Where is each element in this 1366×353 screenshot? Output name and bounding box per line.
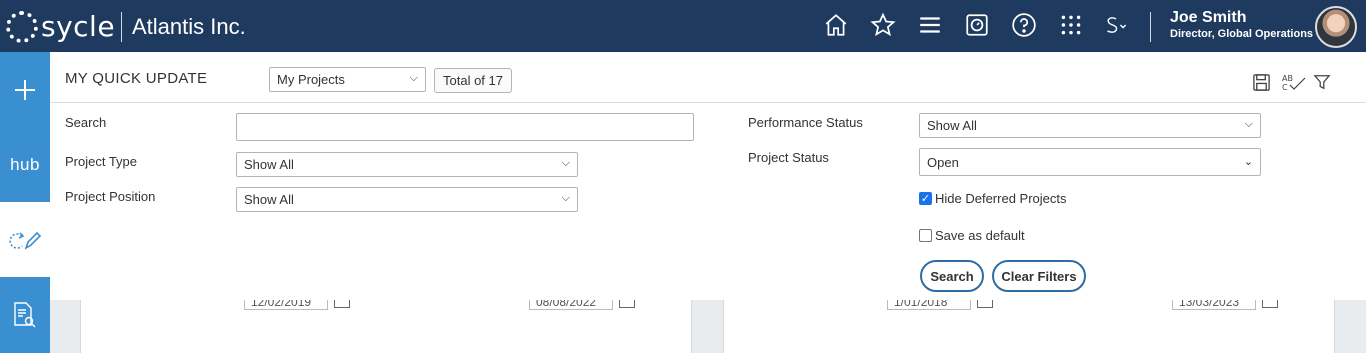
- avatar[interactable]: [1315, 6, 1357, 48]
- project-status-value: Open: [927, 155, 959, 170]
- timer-icon[interactable]: [963, 11, 991, 39]
- checkbox-unchecked-icon[interactable]: [919, 229, 932, 242]
- plus-icon: [15, 79, 35, 100]
- document-search-icon: [14, 302, 36, 328]
- hide-deferred-checkbox[interactable]: ✓ Hide Deferred Projects: [919, 191, 1067, 206]
- clear-filters-button[interactable]: Clear Filters: [992, 260, 1086, 292]
- project-position-label: Project Position: [65, 189, 156, 204]
- save-default-label: Save as default: [935, 228, 1025, 243]
- star-icon[interactable]: [869, 11, 897, 39]
- svg-text:C: C: [1282, 83, 1288, 92]
- sidebar-item-hub[interactable]: hub: [0, 127, 50, 202]
- spellcheck-icon[interactable]: AB C: [1281, 72, 1307, 92]
- header-divider: [1150, 12, 1151, 42]
- chevron-down-icon: ⌵: [1244, 118, 1253, 130]
- sidebar-item-report-search[interactable]: [0, 277, 50, 353]
- chevron-down-icon: ⌵: [561, 192, 570, 204]
- panel-divider: [50, 102, 1366, 103]
- page-title: MY QUICK UPDATE: [65, 70, 208, 87]
- checkbox-checked-icon[interactable]: ✓: [919, 192, 932, 205]
- user-role: Director, Global Operations: [1170, 28, 1314, 40]
- search-input[interactable]: [236, 113, 694, 141]
- project-type-select[interactable]: Show All ⌵: [236, 152, 578, 177]
- project-type-value: Show All: [244, 157, 294, 172]
- hide-deferred-label: Hide Deferred Projects: [935, 191, 1067, 206]
- home-icon[interactable]: [822, 11, 850, 39]
- projects-select-value: My Projects: [277, 72, 345, 87]
- project-position-value: Show All: [244, 192, 294, 207]
- quick-update-panel: MY QUICK UPDATE My Projects ⌵ Total of 1…: [50, 52, 1366, 300]
- project-type-label: Project Type: [65, 154, 138, 169]
- project-status-select[interactable]: Open ⌄: [919, 148, 1261, 176]
- header-divider: [121, 12, 122, 42]
- sycle-logo[interactable]: sycle: [6, 10, 115, 43]
- total-count-badge: Total of 17: [434, 68, 512, 93]
- refresh-edit-icon: [9, 231, 42, 250]
- sidebar-item-quick-update[interactable]: [0, 202, 50, 277]
- performance-status-label: Performance Status: [748, 115, 863, 130]
- project-position-select[interactable]: Show All ⌵: [236, 187, 578, 212]
- chevron-down-icon: ⌵: [409, 72, 418, 84]
- top-header: sycle Atlantis Inc. Joe Smith Director, …: [0, 0, 1366, 52]
- sidebar-item-add[interactable]: [0, 52, 50, 127]
- svg-text:AB: AB: [1282, 74, 1293, 83]
- project-status-label: Project Status: [748, 150, 829, 165]
- filter-icon[interactable]: [1312, 72, 1332, 92]
- save-icon[interactable]: [1251, 72, 1271, 92]
- logo-ring-icon: [6, 10, 38, 43]
- help-icon[interactable]: [1010, 11, 1038, 39]
- performance-status-select[interactable]: Show All ⌵: [919, 113, 1261, 138]
- logo-text: sycle: [41, 10, 116, 43]
- menu-icon[interactable]: [916, 11, 944, 39]
- chevron-down-icon: ⌄: [1243, 156, 1253, 168]
- save-default-checkbox[interactable]: Save as default: [919, 228, 1025, 243]
- user-name[interactable]: Joe Smith: [1170, 9, 1246, 27]
- chevron-down-icon: ⌵: [561, 157, 570, 169]
- search-button[interactable]: Search: [920, 260, 984, 292]
- search-label: Search: [65, 115, 107, 130]
- sidebar: hub: [0, 52, 50, 353]
- apps-grid-icon[interactable]: [1057, 11, 1085, 39]
- performance-status-value: Show All: [927, 118, 977, 133]
- sycle-s-icon[interactable]: [1102, 11, 1132, 39]
- projects-select[interactable]: My Projects ⌵: [269, 67, 426, 92]
- company-name: Atlantis Inc.: [132, 14, 246, 39]
